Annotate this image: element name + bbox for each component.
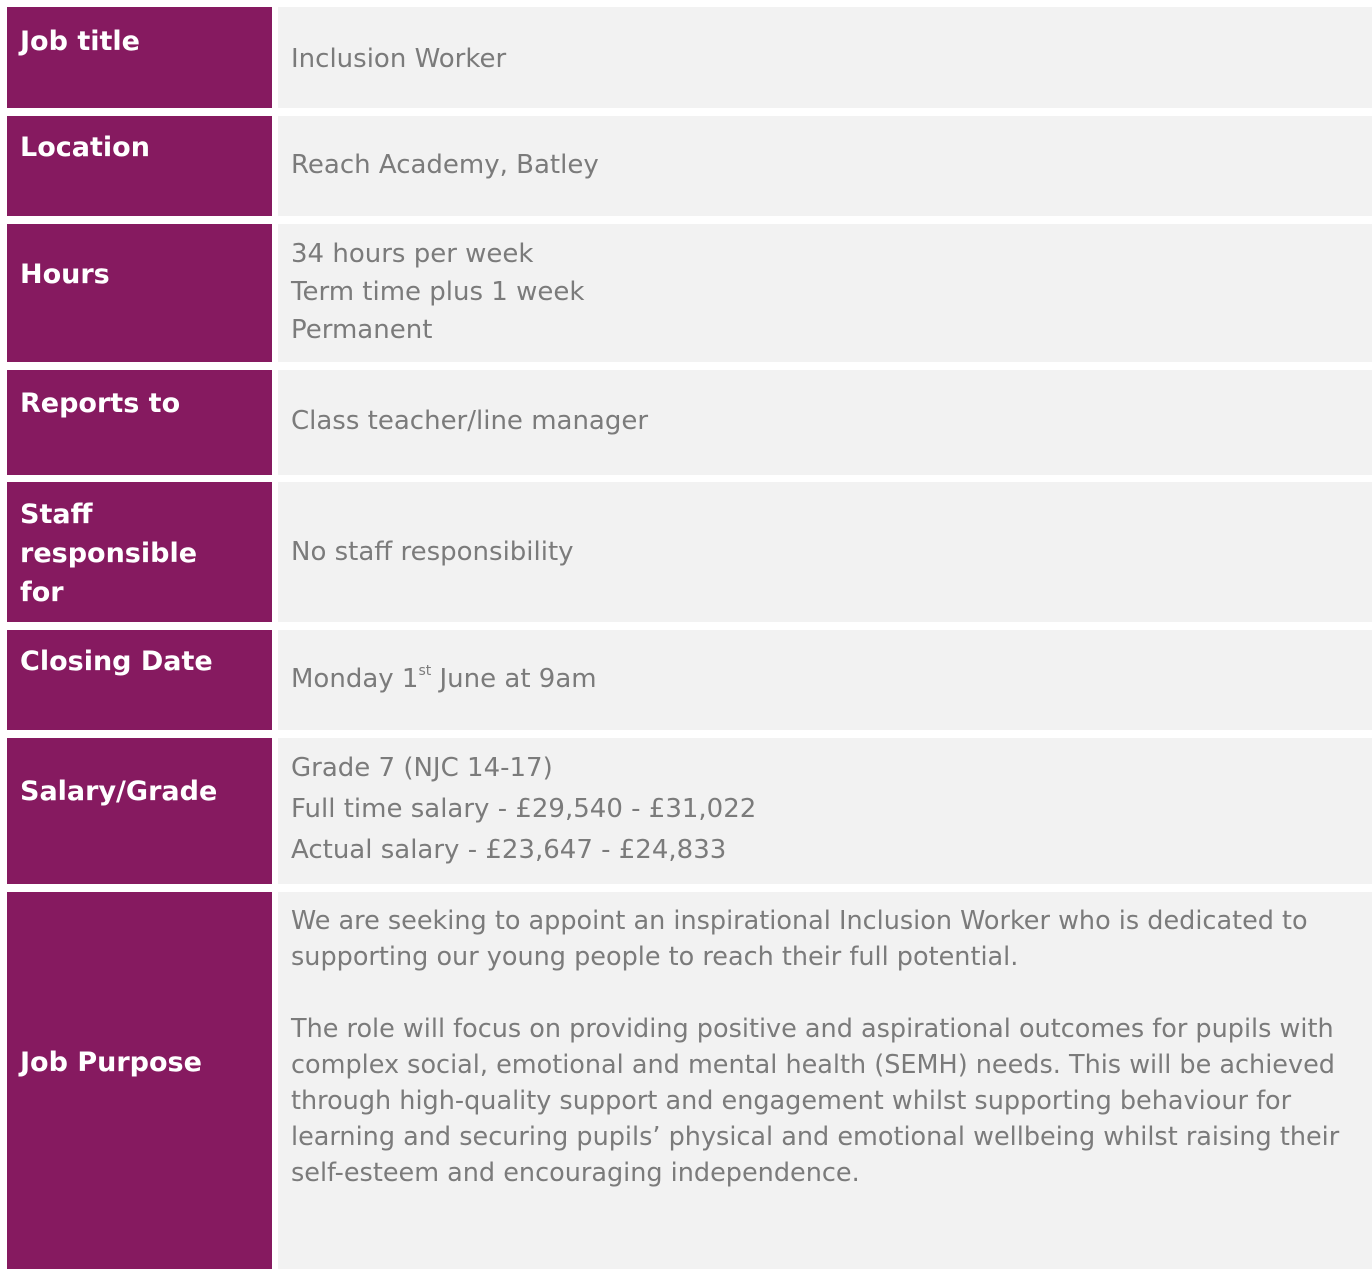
row-closing-date: Closing Date Monday 1st June at 9am [7, 630, 1372, 730]
hours-label: Hours [7, 224, 272, 362]
closing-date-ordinal: st [418, 663, 432, 680]
reports-to-value-text: Class teacher/line manager [291, 406, 649, 436]
salary-grade-line-1: Grade 7 (NJC 14-17) [291, 753, 553, 783]
row-salary-grade: Salary/Grade Grade 7 (NJC 14-17) Full ti… [7, 738, 1372, 884]
row-hours: Hours 34 hours per week Term time plus 1… [7, 224, 1372, 362]
job-title-label: Job title [7, 7, 272, 108]
row-reports-to: Reports to Class teacher/line manager [7, 370, 1372, 475]
location-value: Reach Academy, Batley [278, 116, 1372, 216]
hours-line-3: Permanent [291, 315, 433, 345]
job-title-value-text: Inclusion Worker [291, 44, 507, 74]
job-purpose-paragraph-2: The role will focus on providing positiv… [291, 1014, 1340, 1188]
hours-line-2: Term time plus 1 week [291, 277, 585, 307]
location-label-text: Location [20, 132, 150, 163]
staff-responsible-label-line-1: Staff [20, 499, 93, 530]
salary-full-time-line: Full time salary - £29,540 - £31,022 [291, 794, 757, 824]
reports-to-label: Reports to [7, 370, 272, 475]
closing-date-day: Monday 1 [291, 664, 419, 694]
job-purpose-paragraph-1: We are seeking to appoint an inspiration… [291, 906, 1308, 972]
hours-label-text: Hours [20, 259, 110, 290]
staff-responsible-label-line-2: responsible [20, 538, 198, 569]
row-staff-responsible: Staff responsible for No staff responsib… [7, 482, 1372, 622]
staff-responsible-label-line-3: for [20, 577, 64, 608]
reports-to-value: Class teacher/line manager [278, 370, 1372, 475]
salary-grade-label: Salary/Grade [7, 738, 272, 884]
job-purpose-value: We are seeking to appoint an inspiration… [278, 892, 1372, 1269]
location-label: Location [7, 116, 272, 216]
job-purpose-label-text: Job Purpose [20, 1047, 202, 1078]
row-location: Location Reach Academy, Batley [7, 116, 1372, 216]
staff-responsible-label: Staff responsible for [7, 482, 272, 622]
row-job-purpose: Job Purpose We are seeking to appoint an… [7, 892, 1372, 1269]
row-job-title: Job title Inclusion Worker [7, 7, 1372, 108]
salary-grade-label-text: Salary/Grade [20, 776, 218, 807]
reports-to-label-text: Reports to [20, 388, 181, 419]
closing-date-value: Monday 1st June at 9am [278, 630, 1372, 730]
staff-responsible-value-text: No staff responsibility [291, 537, 574, 567]
closing-date-time: June at 9am [431, 664, 597, 694]
location-value-text: Reach Academy, Batley [291, 150, 599, 180]
hours-value: 34 hours per week Term time plus 1 week … [278, 224, 1372, 362]
job-purpose-label: Job Purpose [7, 892, 272, 1269]
job-title-value: Inclusion Worker [278, 7, 1372, 108]
hours-line-1: 34 hours per week [291, 239, 534, 269]
closing-date-value-text: Monday 1st June at 9am [291, 660, 1362, 698]
job-title-label-text: Job title [20, 26, 140, 57]
salary-grade-value: Grade 7 (NJC 14-17) Full time salary - £… [278, 738, 1372, 884]
closing-date-label-text: Closing Date [20, 646, 213, 677]
staff-responsible-value: No staff responsibility [278, 482, 1372, 622]
salary-actual-line: Actual salary - £23,647 - £24,833 [291, 835, 727, 865]
closing-date-label: Closing Date [7, 630, 272, 730]
